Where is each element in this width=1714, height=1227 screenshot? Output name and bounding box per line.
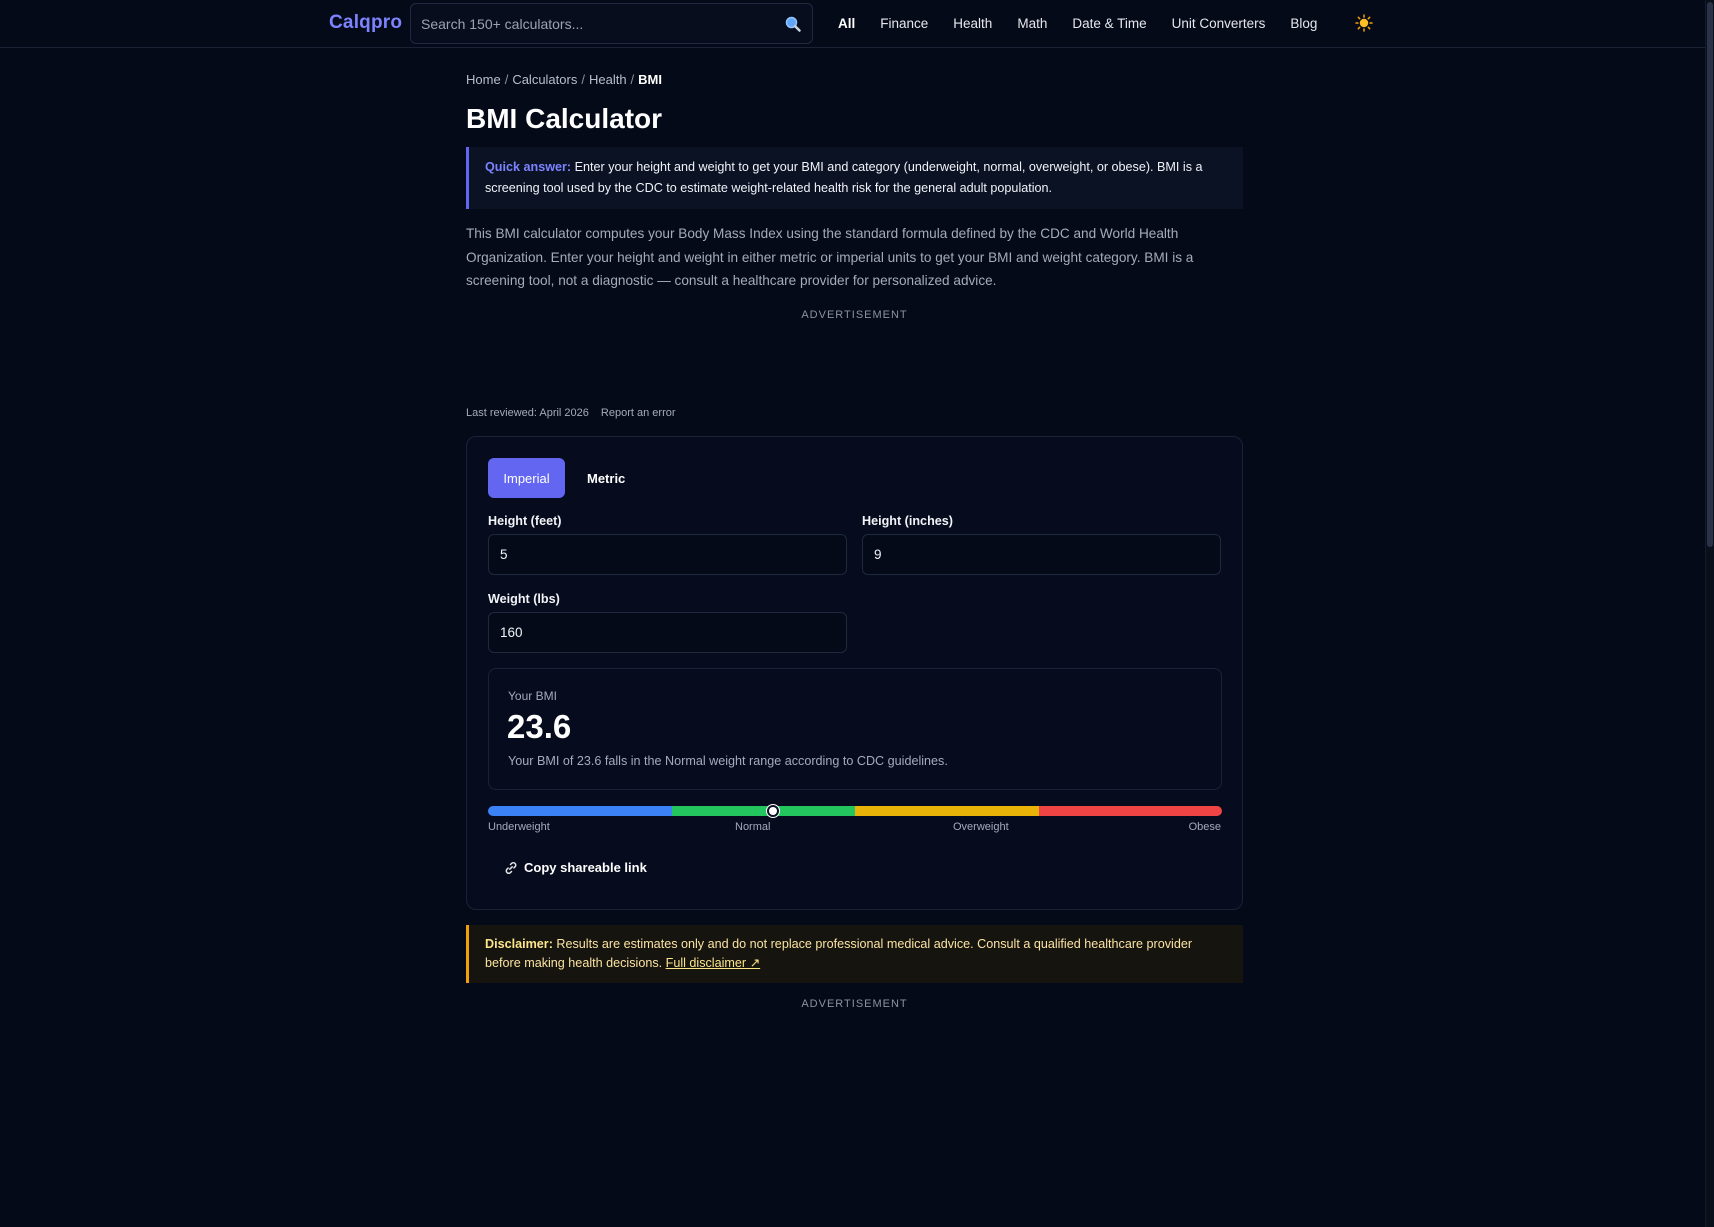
bmi-scale-bar — [488, 806, 1222, 816]
scrollbar-thumb[interactable] — [1707, 2, 1713, 547]
search-icon[interactable] — [784, 15, 802, 33]
tab-metric[interactable]: Metric — [572, 458, 640, 498]
bmi-scale-marker — [766, 805, 779, 817]
weight-input[interactable] — [489, 613, 846, 652]
scale-segment-underweight — [488, 806, 672, 816]
scale-label-obese: Obese — [1188, 821, 1221, 833]
breadcrumb-separator: / — [630, 72, 635, 87]
quick-answer-text: Enter your height and weight to get your… — [485, 160, 1203, 195]
main-nav: All Finance Health Math Date & Time Unit… — [838, 0, 1342, 46]
advertisement-label-top: ADVERTISEMENT — [801, 309, 908, 321]
link-icon — [505, 861, 517, 874]
logo[interactable]: Calqpro — [329, 12, 402, 34]
nav-finance[interactable]: Finance — [880, 16, 928, 31]
breadcrumb-calculators[interactable]: Calculators — [512, 72, 577, 87]
height-inches-field[interactable] — [862, 534, 1221, 575]
breadcrumb-health[interactable]: Health — [589, 72, 627, 87]
breadcrumb-separator: / — [504, 72, 509, 87]
scale-segment-normal — [671, 806, 855, 816]
scale-label-underweight: Underweight — [488, 821, 550, 833]
height-inches-input[interactable] — [863, 535, 1220, 574]
bmi-result-value: 23.6 — [507, 708, 572, 745]
nav-unit-converters[interactable]: Unit Converters — [1172, 16, 1266, 31]
tab-imperial[interactable]: Imperial — [488, 458, 565, 498]
bmi-result-description: Your BMI of 23.6 falls in the Normal wei… — [508, 754, 948, 768]
page-title: BMI Calculator — [466, 103, 663, 134]
scale-segment-overweight — [855, 806, 1039, 816]
breadcrumb: Home / Calculators / Health / BMI — [466, 72, 662, 87]
nav-date-time[interactable]: Date & Time — [1072, 16, 1146, 31]
nav-blog[interactable]: Blog — [1290, 16, 1317, 31]
nav-all[interactable]: All — [838, 16, 855, 31]
breadcrumb-separator: / — [581, 72, 585, 87]
advertisement-label-bottom: ADVERTISEMENT — [801, 998, 908, 1010]
scale-label-normal: Normal — [735, 821, 771, 833]
bmi-result-box: Your BMI 23.6 Your BMI of 23.6 falls in … — [488, 668, 1222, 790]
scale-segment-obese — [1038, 806, 1222, 816]
calculator-card: Imperial Metric Height (feet) Height (in… — [466, 436, 1243, 910]
height-feet-field[interactable] — [488, 534, 847, 575]
full-disclaimer-link[interactable]: Full disclaimer ↗ — [666, 956, 761, 970]
scrollbar[interactable] — [1705, 0, 1714, 1227]
top-navbar: Calqpro All Finance Health Math Date & T… — [0, 0, 1714, 48]
disclaimer-label: Disclaimer: — [485, 937, 553, 951]
breadcrumb-current: BMI — [638, 72, 663, 87]
sun-icon[interactable] — [1355, 14, 1373, 32]
height-feet-input[interactable] — [489, 535, 846, 574]
weight-label: Weight (lbs) — [488, 592, 560, 606]
height-inches-label: Height (inches) — [862, 514, 953, 528]
weight-field[interactable] — [488, 612, 847, 653]
quick-answer-label: Quick answer: — [485, 160, 572, 174]
report-error-link[interactable]: Report an error — [601, 407, 676, 419]
quick-answer-box: Quick answer: Enter your height and weig… — [466, 147, 1243, 209]
disclaimer-box: Disclaimer: Results are estimates only a… — [466, 925, 1243, 983]
intro-paragraph: This BMI calculator computes your Body M… — [466, 226, 1194, 288]
breadcrumb-home[interactable]: Home — [466, 72, 501, 87]
copy-link-label: Copy shareable link — [524, 860, 647, 875]
nav-health[interactable]: Health — [953, 16, 992, 31]
disclaimer-text: Results are estimates only and do not re… — [485, 937, 1193, 970]
copy-shareable-link-button[interactable]: Copy shareable link — [504, 860, 647, 875]
review-meta: Last reviewed: April 2026 Report an error — [466, 407, 676, 419]
height-feet-label: Height (feet) — [488, 514, 562, 528]
nav-math[interactable]: Math — [1017, 16, 1047, 31]
scale-label-overweight: Overweight — [953, 821, 1009, 833]
search-box[interactable] — [410, 3, 813, 44]
bmi-result-label: Your BMI — [508, 689, 557, 703]
search-input[interactable] — [421, 4, 761, 43]
last-reviewed: Last reviewed: April 2026 — [466, 407, 589, 419]
